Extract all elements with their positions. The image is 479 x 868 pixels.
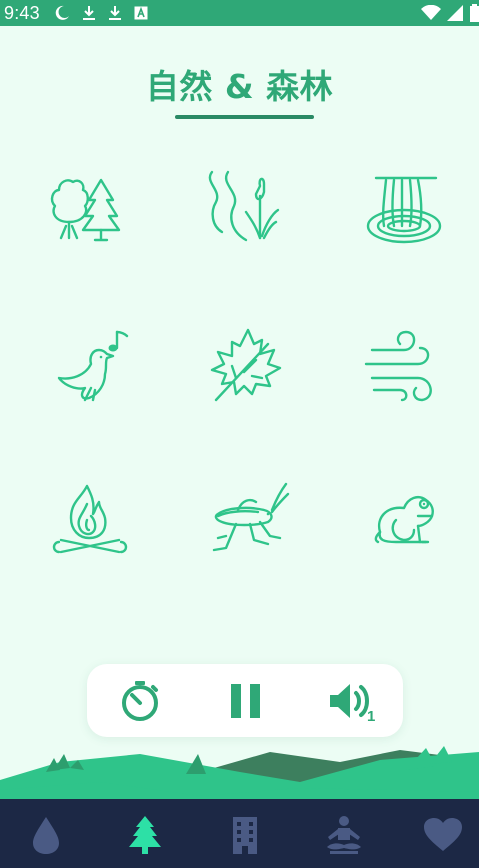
sound-frog[interactable] bbox=[351, 465, 451, 565]
nav-water[interactable] bbox=[26, 815, 66, 855]
maple-leaf-icon bbox=[210, 328, 282, 402]
volume-icon bbox=[330, 684, 369, 718]
pine-tree-icon bbox=[129, 816, 161, 854]
volume-button[interactable] bbox=[323, 676, 373, 726]
meditation-icon bbox=[327, 816, 361, 854]
bird-singing-icon bbox=[57, 330, 129, 402]
cricket-icon bbox=[212, 482, 290, 552]
campfire-icon bbox=[52, 484, 128, 554]
sound-river-reeds[interactable] bbox=[193, 155, 293, 255]
nav-meditation[interactable] bbox=[324, 815, 364, 855]
timer-icon bbox=[122, 681, 158, 721]
wind-icon bbox=[364, 330, 432, 402]
sound-maple-leaf[interactable] bbox=[193, 315, 293, 415]
sound-wind[interactable] bbox=[351, 315, 451, 415]
sound-campfire[interactable] bbox=[36, 465, 136, 565]
waterfall-icon bbox=[366, 176, 442, 244]
hills-decoration bbox=[0, 746, 479, 800]
river-reeds-icon bbox=[208, 170, 280, 242]
sound-grid bbox=[0, 0, 479, 600]
sound-bird-singing[interactable] bbox=[36, 315, 136, 415]
pause-icon bbox=[231, 684, 260, 718]
bottom-navigation bbox=[0, 799, 479, 868]
sound-waterfall[interactable] bbox=[351, 155, 451, 255]
nav-forest[interactable] bbox=[125, 815, 165, 855]
volume-count-badge: 1 bbox=[367, 708, 376, 725]
nav-favorites[interactable] bbox=[423, 815, 463, 855]
city-building-icon bbox=[233, 817, 257, 854]
sound-cricket[interactable] bbox=[193, 465, 293, 565]
frog-icon bbox=[374, 496, 434, 544]
water-drop-icon bbox=[33, 817, 59, 854]
playback-control-bar bbox=[87, 664, 403, 737]
heart-icon bbox=[424, 818, 462, 851]
nav-city[interactable] bbox=[225, 815, 265, 855]
forest-trees-icon bbox=[50, 178, 121, 242]
pause-button[interactable] bbox=[220, 676, 270, 726]
timer-button[interactable] bbox=[115, 676, 165, 726]
sound-forest-trees[interactable] bbox=[36, 155, 136, 255]
